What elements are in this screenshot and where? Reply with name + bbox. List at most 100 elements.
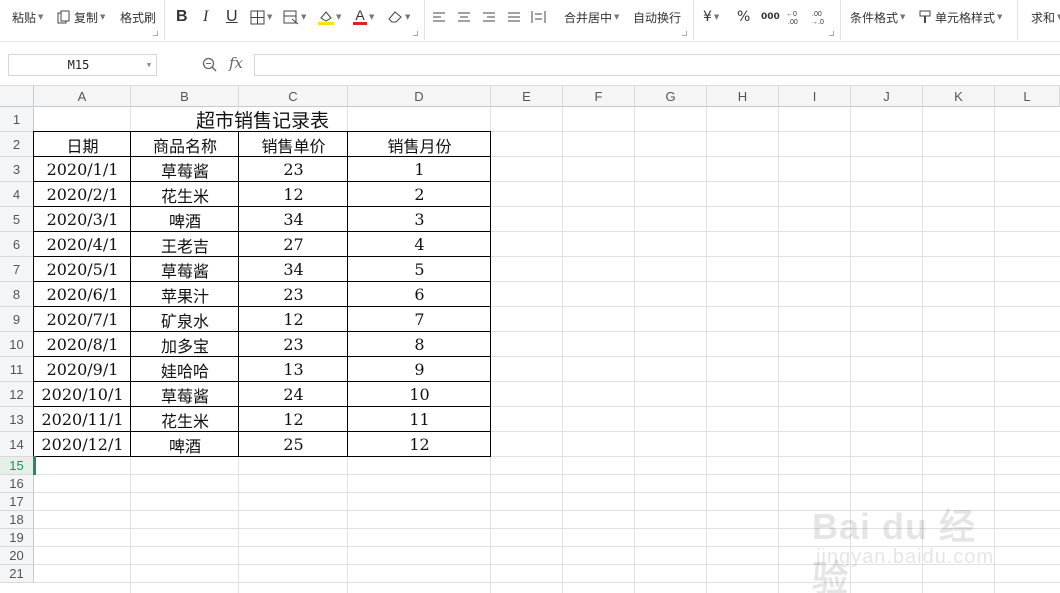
data-cell[interactable]: 2 [348, 182, 491, 207]
row-header-1[interactable]: 1 [0, 107, 34, 132]
format-painter-button[interactable]: 格式刷 [120, 5, 156, 29]
header-cell[interactable]: 销售月份 [348, 132, 491, 157]
bold-button[interactable]: B [176, 5, 188, 29]
data-cell[interactable]: 34 [239, 207, 348, 232]
data-cell[interactable]: 2020/10/1 [34, 382, 131, 407]
data-cell[interactable]: 花生米 [131, 407, 239, 432]
row-header-11[interactable]: 11 [0, 357, 34, 382]
column-header-a[interactable]: A [34, 86, 131, 107]
data-cell[interactable]: 23 [239, 282, 348, 307]
italic-button[interactable]: I [203, 5, 208, 29]
data-cell[interactable]: 花生米 [131, 182, 239, 207]
data-cell[interactable]: 2020/9/1 [34, 357, 131, 382]
data-cell[interactable]: 2020/2/1 [34, 182, 131, 207]
percent-button[interactable]: % [737, 5, 750, 29]
data-cell[interactable]: 草莓酱 [131, 382, 239, 407]
data-cell[interactable]: 2020/11/1 [34, 407, 131, 432]
data-cell[interactable]: 娃哈哈 [131, 357, 239, 382]
data-cell[interactable]: 2020/8/1 [34, 332, 131, 357]
align-right-button[interactable] [482, 5, 496, 29]
data-cell[interactable]: 3 [348, 207, 491, 232]
copy-button[interactable]: 复制 ▼ [57, 5, 105, 29]
header-cell[interactable]: 销售单价 [239, 132, 348, 157]
data-cell[interactable]: 加多宝 [131, 332, 239, 357]
row-header-18[interactable]: 18 [0, 511, 34, 529]
data-cell[interactable]: 23 [239, 332, 348, 357]
sum-button[interactable]: 求和 ▼ [1031, 5, 1060, 29]
row-header-7[interactable]: 7 [0, 257, 34, 282]
column-header-j[interactable]: J [851, 86, 923, 107]
data-cell[interactable]: 矿泉水 [131, 307, 239, 332]
data-cell[interactable]: 12 [239, 307, 348, 332]
conditional-format-button[interactable]: 条件格式 ▼ [850, 5, 905, 29]
data-cell[interactable]: 23 [239, 157, 348, 182]
data-cell[interactable]: 10 [348, 382, 491, 407]
borders-button[interactable]: ▼ [250, 5, 272, 29]
data-cell[interactable]: 草莓酱 [131, 257, 239, 282]
row-header-15[interactable]: 15 [0, 457, 34, 475]
column-header-l[interactable]: L [995, 86, 1060, 107]
data-cell[interactable]: 啤酒 [131, 432, 239, 457]
data-cell[interactable]: 8 [348, 332, 491, 357]
data-cell[interactable]: 2020/7/1 [34, 307, 131, 332]
data-cell[interactable]: 草莓酱 [131, 157, 239, 182]
paste-button[interactable]: 粘贴 ▼ [12, 5, 43, 29]
row-header-12[interactable]: 12 [0, 382, 34, 407]
name-box[interactable]: M15 ▼ [8, 54, 157, 76]
align-top-left-button[interactable] [432, 5, 446, 29]
data-cell[interactable]: 2020/1/1 [34, 157, 131, 182]
data-cell[interactable]: 24 [239, 382, 348, 407]
column-header-h[interactable]: H [707, 86, 779, 107]
data-cell[interactable]: 12 [239, 407, 348, 432]
column-header-k[interactable]: K [923, 86, 995, 107]
data-cell[interactable]: 2020/3/1 [34, 207, 131, 232]
chevron-down-icon[interactable]: ▼ [142, 61, 156, 69]
data-cell[interactable]: 11 [348, 407, 491, 432]
data-cell[interactable]: 12 [348, 432, 491, 457]
column-header-f[interactable]: F [563, 86, 635, 107]
group-expand-icon[interactable] [682, 31, 687, 36]
data-cell[interactable]: 1 [348, 157, 491, 182]
data-cell[interactable]: 13 [239, 357, 348, 382]
column-header-c[interactable]: C [239, 86, 348, 107]
formula-input[interactable] [254, 54, 1060, 76]
sheet-title-cell[interactable]: 超市销售记录表 [34, 107, 491, 132]
thousands-button[interactable]: 000 [761, 5, 780, 29]
group-expand-icon[interactable] [829, 31, 834, 36]
select-all-corner[interactable] [0, 86, 34, 107]
row-header-9[interactable]: 9 [0, 307, 34, 332]
data-cell[interactable]: 27 [239, 232, 348, 257]
header-cell[interactable]: 日期 [34, 132, 131, 157]
row-header-3[interactable]: 3 [0, 157, 34, 182]
row-header-16[interactable]: 16 [0, 475, 34, 493]
currency-button[interactable]: ¥ ▼ [703, 5, 719, 29]
data-cell[interactable]: 5 [348, 257, 491, 282]
column-header-e[interactable]: E [491, 86, 563, 107]
cell-style-button[interactable]: ▼ [283, 5, 306, 29]
row-header-17[interactable]: 17 [0, 493, 34, 511]
underline-button[interactable]: U [226, 5, 238, 29]
row-header-10[interactable]: 10 [0, 332, 34, 357]
header-cell[interactable]: 商品名称 [131, 132, 239, 157]
font-color-button[interactable]: A ▼ [353, 5, 374, 29]
data-cell[interactable]: 2020/12/1 [34, 432, 131, 457]
column-header-d[interactable]: D [348, 86, 491, 107]
distributed-button[interactable] [531, 5, 546, 29]
row-header-4[interactable]: 4 [0, 182, 34, 207]
data-cell[interactable]: 王老吉 [131, 232, 239, 257]
data-cell[interactable]: 9 [348, 357, 491, 382]
row-header-6[interactable]: 6 [0, 232, 34, 257]
row-header-2[interactable]: 2 [0, 132, 34, 157]
data-cell[interactable]: 7 [348, 307, 491, 332]
row-header-5[interactable]: 5 [0, 207, 34, 232]
justify-button[interactable] [507, 5, 521, 29]
data-cell[interactable]: 苹果汁 [131, 282, 239, 307]
zoom-icon[interactable] [202, 57, 218, 77]
column-header-b[interactable]: B [131, 86, 239, 107]
data-cell[interactable]: 2020/5/1 [34, 257, 131, 282]
data-cell[interactable]: 12 [239, 182, 348, 207]
cell-styles-button[interactable]: 单元格样式 ▼ [918, 5, 1002, 29]
row-header-13[interactable]: 13 [0, 407, 34, 432]
row-header-20[interactable]: 20 [0, 547, 34, 565]
data-cell[interactable]: 4 [348, 232, 491, 257]
